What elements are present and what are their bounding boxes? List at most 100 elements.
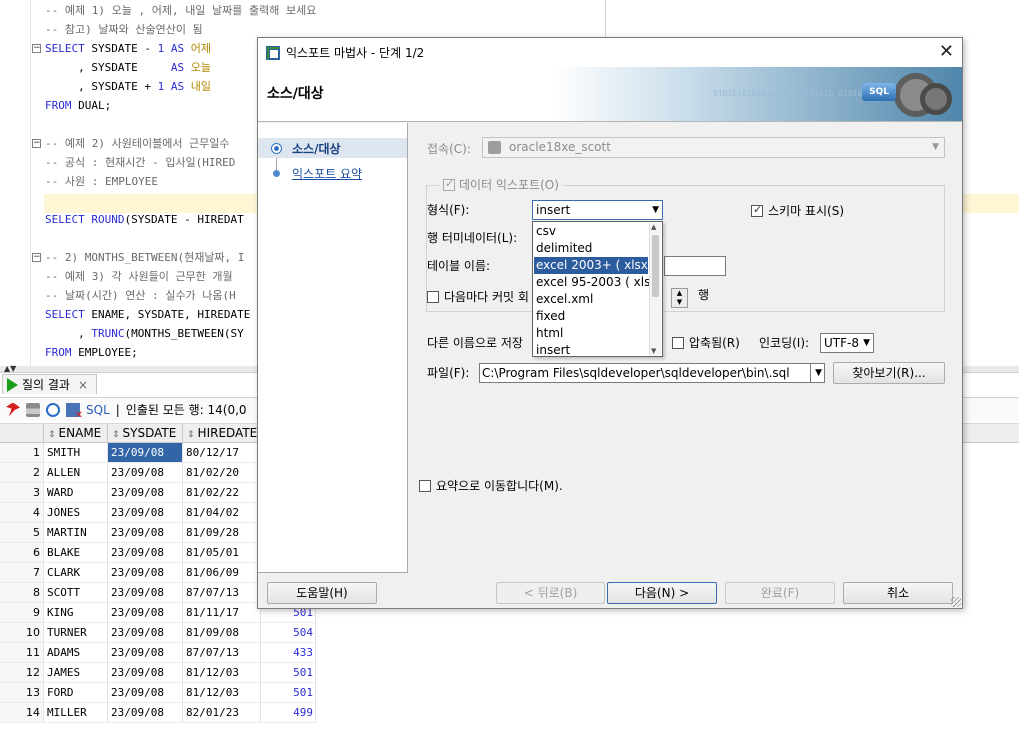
table-cell[interactable]: 23/09/08: [108, 523, 183, 543]
file-path-input[interactable]: C:\Program Files\sqldeveloper\sqldevelop…: [479, 363, 811, 383]
table-cell[interactable]: KING: [44, 603, 108, 623]
commit-spinner[interactable]: ▲ ▼: [671, 288, 688, 308]
encoding-select[interactable]: UTF-8 ▼: [820, 333, 874, 353]
next-button[interactable]: 다음(N) >: [607, 582, 717, 604]
table-cell[interactable]: 81/02/22: [183, 483, 261, 503]
table-row[interactable]: 10 TURNER 23/09/08 81/09/08 504: [0, 623, 316, 643]
table-cell[interactable]: ALLEN: [44, 463, 108, 483]
scroll-thumb[interactable]: [652, 235, 659, 297]
table-cell[interactable]: 23/09/08: [108, 643, 183, 663]
format-option[interactable]: html: [534, 325, 648, 342]
table-cell[interactable]: 23/09/08: [108, 703, 183, 723]
format-option[interactable]: csv: [534, 223, 648, 240]
commit-row[interactable]: 다음마다 커밋 회: [427, 288, 529, 305]
table-cell[interactable]: 23/09/08: [108, 683, 183, 703]
table-cell[interactable]: TURNER: [44, 623, 108, 643]
table-cell[interactable]: 80/12/17: [183, 443, 261, 463]
file-history-dropdown[interactable]: ▼: [810, 363, 825, 383]
splitter-arrows-icon[interactable]: ▲▼: [4, 364, 16, 373]
table-cell[interactable]: 23/09/08: [108, 463, 183, 483]
table-cell[interactable]: ADAMS: [44, 643, 108, 663]
browse-button[interactable]: 찾아보기(R)...: [833, 362, 945, 384]
table-cell[interactable]: 81/12/03: [183, 663, 261, 683]
table-cell[interactable]: 81/05/01: [183, 543, 261, 563]
table-name-input[interactable]: [664, 256, 726, 276]
format-option[interactable]: fixed: [534, 308, 648, 325]
table-cell[interactable]: 433: [261, 643, 316, 663]
column-header-ename[interactable]: ⇕ ENAME: [44, 424, 108, 444]
table-cell[interactable]: 501: [261, 683, 316, 703]
table-row[interactable]: 11 ADAMS 23/09/08 87/07/13 433: [0, 643, 316, 663]
fold-toggle-icon[interactable]: −: [32, 139, 41, 148]
table-cell[interactable]: CLARK: [44, 563, 108, 583]
table-cell[interactable]: 81/09/08: [183, 623, 261, 643]
table-cell[interactable]: 87/07/13: [183, 643, 261, 663]
format-option[interactable]: excel 95-2003 ( xls): [534, 274, 655, 291]
scroll-down-icon[interactable]: ▼: [651, 347, 656, 355]
table-cell[interactable]: WARD: [44, 483, 108, 503]
table-cell[interactable]: 23/09/08: [108, 663, 183, 683]
resize-grip[interactable]: [951, 597, 961, 607]
table-cell[interactable]: 81/11/17: [183, 603, 261, 623]
table-cell[interactable]: 81/06/09: [183, 563, 261, 583]
table-row[interactable]: 12 JAMES 23/09/08 81/12/03 501: [0, 663, 316, 683]
table-cell[interactable]: 23/09/08: [108, 623, 183, 643]
table-cell[interactable]: 23/09/08: [108, 503, 183, 523]
format-option[interactable]: delimited: [534, 240, 648, 257]
table-cell[interactable]: 23/09/08: [108, 563, 183, 583]
table-cell[interactable]: 23/09/08: [108, 543, 183, 563]
delete-icon[interactable]: [66, 402, 83, 421]
fold-toggle-icon[interactable]: −: [32, 253, 41, 262]
refresh-icon[interactable]: [46, 402, 60, 417]
tab-query-result[interactable]: 질의 결과 ×: [2, 374, 98, 394]
cancel-button[interactable]: 취소: [843, 582, 953, 604]
options-scrollbar[interactable]: ▲ ▼: [649, 223, 661, 355]
show-schema-row[interactable]: 스키마 표시(S): [751, 202, 844, 219]
column-header-sysdate[interactable]: ⇕ SYSDATE: [108, 424, 183, 444]
table-cell[interactable]: 82/01/23: [183, 703, 261, 723]
table-cell[interactable]: 504: [261, 623, 316, 643]
table-cell[interactable]: 23/09/08: [108, 443, 183, 463]
nav-step-export-summary[interactable]: 익스포트 요약: [258, 163, 407, 183]
go-summary-row[interactable]: 요약으로 이동합니다(M).: [419, 477, 563, 494]
format-select[interactable]: insert ▼: [532, 200, 663, 220]
table-cell[interactable]: MILLER: [44, 703, 108, 723]
compressed-checkbox[interactable]: [672, 336, 684, 349]
table-cell[interactable]: 23/09/08: [108, 583, 183, 603]
table-cell[interactable]: SMITH: [44, 443, 108, 463]
format-option[interactable]: excel.xml: [534, 291, 648, 308]
table-cell[interactable]: 23/09/08: [108, 483, 183, 503]
dialog-titlebar[interactable]: 익스포트 마법사 - 단계 1/2 ✕: [258, 38, 962, 67]
table-cell[interactable]: FORD: [44, 683, 108, 703]
show-schema-checkbox[interactable]: [751, 203, 763, 217]
compressed-row[interactable]: 압축됨(R): [672, 334, 740, 351]
close-icon[interactable]: ✕: [939, 42, 954, 62]
close-tab-icon[interactable]: ×: [78, 378, 88, 392]
table-cell[interactable]: MARTIN: [44, 523, 108, 543]
fold-toggle-icon[interactable]: −: [32, 44, 41, 53]
print-icon[interactable]: [26, 402, 40, 417]
back-button[interactable]: < 뒤로(B): [496, 582, 605, 604]
table-cell[interactable]: JONES: [44, 503, 108, 523]
table-row[interactable]: 14 MILLER 23/09/08 82/01/23 499: [0, 703, 316, 723]
table-cell[interactable]: 81/09/28: [183, 523, 261, 543]
table-cell[interactable]: 81/12/03: [183, 683, 261, 703]
format-options-list[interactable]: csv delimited excel 2003+ ( xlsx ) excel 95…: [532, 221, 663, 357]
table-cell[interactable]: 81/02/20: [183, 463, 261, 483]
scroll-up-icon[interactable]: ▲: [651, 223, 656, 231]
go-summary-checkbox[interactable]: [419, 479, 431, 492]
table-row[interactable]: 13 FORD 23/09/08 81/12/03 501: [0, 683, 316, 703]
commit-checkbox[interactable]: [427, 290, 439, 303]
nav-step-source-target[interactable]: 소스/대상: [258, 138, 407, 158]
table-cell[interactable]: JAMES: [44, 663, 108, 683]
table-cell[interactable]: BLAKE: [44, 543, 108, 563]
format-option[interactable]: excel 2003+ ( xlsx ): [534, 257, 656, 274]
table-cell[interactable]: 23/09/08: [108, 603, 183, 623]
pin-icon[interactable]: [6, 402, 20, 417]
table-cell[interactable]: 499: [261, 703, 316, 723]
table-cell[interactable]: 501: [261, 663, 316, 683]
table-cell[interactable]: SCOTT: [44, 583, 108, 603]
help-button[interactable]: 도움말(H): [267, 582, 377, 604]
finish-button[interactable]: 완료(F): [725, 582, 835, 604]
format-option[interactable]: insert: [534, 342, 648, 359]
